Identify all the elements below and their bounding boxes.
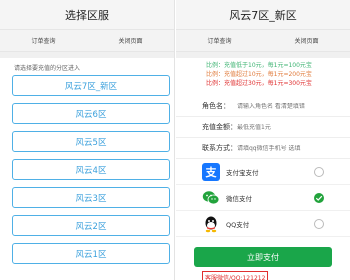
- ratio-line: 比例：充值超过30元，每1元=300元宝: [206, 80, 312, 87]
- server-button[interactable]: 风云6区: [12, 103, 170, 124]
- tab-order-query[interactable]: 订单查询: [176, 36, 263, 45]
- role-row: 角色名：: [176, 96, 350, 117]
- alipay-label: 支付宝支付: [226, 168, 259, 177]
- qq-pay-label: QQ支付: [226, 220, 250, 229]
- ratio-notice: 比例：充值低于10元，每1元=100元宝 比例：充值超过10元，每1元=200元…: [176, 58, 350, 96]
- server-select-panel: 选择区服 订单查询 关闭页面 请选择要充值的分区进入 风云7区_新区 风云6区 …: [0, 0, 175, 280]
- role-label: 角色名：: [202, 102, 230, 110]
- alipay-icon: 支: [202, 162, 220, 181]
- wechat-pay-label: 微信支付: [226, 194, 252, 203]
- server-button[interactable]: 风云3区: [12, 187, 170, 208]
- tab-order-query[interactable]: 订单查询: [0, 36, 87, 45]
- qq-pay-icon: [202, 215, 220, 233]
- server-button[interactable]: 风云1区: [12, 243, 170, 264]
- alipay-radio[interactable]: [314, 166, 324, 177]
- server-button[interactable]: 风云4区: [12, 159, 170, 180]
- contact-row: 联系方式：: [176, 138, 350, 159]
- server-button[interactable]: 风云5区: [12, 131, 170, 152]
- tab-bar: 订单查询 关闭页面: [176, 30, 350, 52]
- tab-close-page[interactable]: 关闭页面: [87, 36, 174, 45]
- pay-now-button[interactable]: 立即支付: [194, 247, 332, 267]
- checkmark-icon: [315, 195, 323, 201]
- alipay-option[interactable]: 支 支付宝支付: [176, 159, 350, 185]
- server-button[interactable]: 风云2区: [12, 215, 170, 236]
- server-list: 风云7区_新区 风云6区 风云5区 风云4区 风云3区 风云2区 风云1区: [0, 75, 174, 264]
- qq-pay-option[interactable]: QQ支付: [176, 211, 350, 237]
- wechat-pay-option[interactable]: 微信支付: [176, 185, 350, 211]
- contact-input[interactable]: [237, 144, 347, 152]
- ratio-line: 比例：充值低于10元，每1元=100元宝: [206, 62, 312, 69]
- contact-label: 联系方式：: [202, 144, 237, 152]
- page-title: 选择区服: [0, 0, 174, 30]
- server-button[interactable]: 风云7区_新区: [12, 75, 170, 96]
- server-hint: 请选择要充值的分区进入: [14, 65, 81, 72]
- wechat-pay-icon: [202, 188, 220, 207]
- server-title: 风云7区_新区: [176, 0, 350, 30]
- tab-bar: 订单查询 关闭页面: [0, 30, 174, 52]
- qq-pay-radio[interactable]: [314, 218, 324, 229]
- wechat-pay-radio[interactable]: [314, 192, 324, 203]
- payment-panel: 风云7区_新区 订单查询 关闭页面 比例：充值低于10元，每1元=100元宝 比…: [176, 0, 350, 280]
- amount-row: 充值金额：: [176, 117, 350, 138]
- amount-label: 充值金额：: [202, 123, 237, 131]
- amount-input[interactable]: [237, 123, 347, 131]
- ratio-line: 比例：充值超过10元，每1元=200元宝: [206, 71, 312, 78]
- role-input[interactable]: [237, 102, 347, 110]
- svg-text:支: 支: [205, 165, 218, 179]
- customer-service-contact: 客服微信/QQ:121212: [202, 271, 269, 280]
- tab-close-page[interactable]: 关闭页面: [263, 36, 350, 45]
